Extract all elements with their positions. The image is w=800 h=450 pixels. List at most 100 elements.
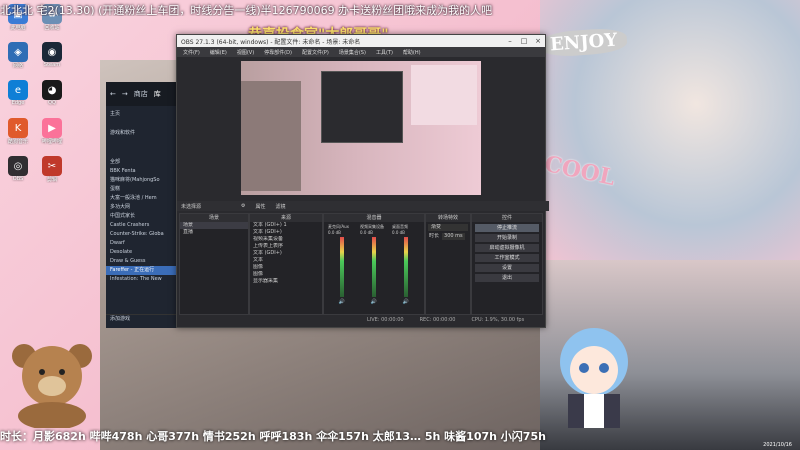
source-item[interactable]: 文本 (GDI+) bbox=[250, 229, 322, 236]
obs-titlebar[interactable]: OBS 27.1.3 (64-bit, windows) - 配置文件: 未命名… bbox=[177, 35, 545, 47]
desktop-icon-label: QQ bbox=[48, 100, 56, 106]
preview-streamer-cam bbox=[241, 81, 301, 191]
obs-menu-item[interactable]: 停靠部件(D) bbox=[264, 49, 292, 56]
gear-icon[interactable]: ⚙ bbox=[241, 203, 245, 209]
store-game-item[interactable]: 中国式家长 bbox=[106, 212, 186, 221]
app-icon: ▶ bbox=[42, 118, 62, 138]
obs-menu-item[interactable]: 场景集合(S) bbox=[339, 49, 366, 56]
obs-window: OBS 27.1.3 (64-bit, windows) - 配置文件: 未命名… bbox=[176, 34, 549, 328]
store-game-item[interactable]: Counter-Strike: Globa bbox=[106, 230, 186, 239]
obs-control-button[interactable]: 工作室模式 bbox=[475, 254, 539, 262]
obs-menu-item[interactable]: 工具(T) bbox=[376, 49, 393, 56]
store-all-filter[interactable]: 全部 bbox=[106, 158, 186, 167]
system-clock-date: 2021/10/16 bbox=[763, 442, 792, 448]
forward-arrow-icon[interactable]: → bbox=[122, 90, 128, 98]
mixer-channel: 桌面音频 0.0 dB 🔊 bbox=[392, 224, 420, 305]
source-item[interactable]: 图像 bbox=[250, 271, 322, 278]
obs-control-button[interactable]: 退出 bbox=[475, 274, 539, 282]
cpu-status: CPU: 1.9%, 30.00 fps bbox=[471, 317, 525, 323]
desktop-icon-label: 哔哩哔哩 bbox=[41, 139, 62, 145]
store-game-item[interactable]: Infestation: The New bbox=[106, 275, 186, 284]
store-game-item[interactable]: Castle Crashers bbox=[106, 221, 186, 230]
store-game-item[interactable]: 多功大网 bbox=[106, 203, 186, 212]
transitions-header: 转场特效 bbox=[426, 214, 470, 222]
scene-item[interactable]: 场景 bbox=[180, 222, 248, 229]
minimize-icon[interactable]: – bbox=[503, 37, 517, 45]
volume-meter[interactable] bbox=[372, 237, 376, 297]
tab-library[interactable]: 库 bbox=[154, 89, 161, 99]
rec-status: REC: 00:00:00 bbox=[419, 317, 456, 323]
scene-item[interactable]: 直播 bbox=[180, 229, 248, 236]
store-home[interactable]: 主页 bbox=[106, 110, 186, 119]
source-item[interactable]: 图像 bbox=[250, 264, 322, 271]
source-item[interactable]: 文本 (GDI+) 1 bbox=[250, 222, 322, 229]
store-window: ← → 商店 库 主页 游戏和软件 全部 BBK Fenta 猫咪麻将(Mahjo… bbox=[106, 82, 186, 328]
source-item[interactable]: 视频采集设备 bbox=[250, 236, 322, 243]
filters-button[interactable]: 滤镜 bbox=[276, 203, 286, 210]
transition-type-select[interactable]: 渐变 bbox=[428, 224, 468, 231]
store-section[interactable]: 游戏和软件 bbox=[106, 129, 186, 138]
obs-menu-item[interactable]: 编辑(E) bbox=[210, 49, 227, 56]
source-item[interactable]: 上传表上表序 bbox=[250, 243, 322, 250]
volume-meter[interactable] bbox=[404, 237, 408, 297]
obs-control-button[interactable]: 启动虚拟摄像机 bbox=[475, 244, 539, 252]
desktop-icon[interactable]: K 酷狗音乐 bbox=[4, 118, 32, 145]
store-game-item[interactable]: BBK Fenta bbox=[106, 167, 186, 176]
app-icon: ◎ bbox=[8, 156, 28, 176]
store-game-item[interactable]: Fareffer - 正在运行 bbox=[106, 266, 186, 275]
close-icon[interactable]: × bbox=[531, 37, 545, 45]
controls-header: 控件 bbox=[472, 214, 542, 222]
speaker-icon[interactable]: 🔊 bbox=[360, 299, 388, 305]
desktop-icon[interactable]: ✂ 剪辑 bbox=[38, 156, 66, 183]
mixer-channel: 麦克风/Aux 0.0 dB 🔊 bbox=[328, 224, 356, 305]
app-icon: e bbox=[8, 80, 28, 100]
source-item[interactable]: 文本 (GDI+) bbox=[250, 250, 322, 257]
add-game-button[interactable]: 添加游戏 bbox=[106, 314, 186, 324]
obs-preview[interactable] bbox=[241, 61, 481, 195]
store-game-item[interactable]: 猫咪麻将(MahjongSo bbox=[106, 176, 186, 185]
store-game-item[interactable]: 大富一般泳池 / Hem bbox=[106, 194, 186, 203]
speaker-icon[interactable]: 🔊 bbox=[392, 299, 420, 305]
store-game-item[interactable]: 蛋糕 bbox=[106, 185, 186, 194]
store-game-item[interactable]: Draw & Guess bbox=[106, 257, 186, 266]
obs-menu-item[interactable]: 配置文件(P) bbox=[302, 49, 329, 56]
desktop-icon[interactable]: ◈ 网络 bbox=[4, 42, 32, 69]
desktop-icon[interactable]: ◎ OBS bbox=[4, 156, 32, 182]
desktop-icon[interactable]: ◕ QQ bbox=[38, 80, 66, 106]
desktop-icon-label: 酷狗音乐 bbox=[7, 139, 28, 145]
source-item[interactable]: 文本 bbox=[250, 257, 322, 264]
preview-nested-obs bbox=[321, 71, 403, 143]
duration-input[interactable]: 300 ms bbox=[442, 233, 465, 240]
store-game-item[interactable]: Dwarf bbox=[106, 239, 186, 248]
obs-control-button[interactable]: 开始录制 bbox=[475, 234, 539, 242]
duration-label: 时长 bbox=[429, 233, 440, 239]
obs-title: OBS 27.1.3 (64-bit, windows) - 配置文件: 未命名… bbox=[181, 38, 361, 46]
stream-marquee: 北北北 宅2(13.30) (开通粉丝上车团，时线分告一线)半126790069… bbox=[0, 4, 493, 16]
obs-menu-item[interactable]: 视图(V) bbox=[237, 49, 254, 56]
desktop-icon[interactable]: ◉ Steam bbox=[38, 42, 66, 68]
obs-menu-item[interactable]: 文件(F) bbox=[183, 49, 200, 56]
desktop-icon-label: 剪辑 bbox=[46, 177, 57, 183]
desktop-icon-label: 网络 bbox=[12, 63, 23, 69]
obs-control-button[interactable]: 设置 bbox=[475, 264, 539, 272]
back-arrow-icon[interactable]: ← bbox=[110, 90, 116, 98]
mixer-channel-db: 0.0 dB bbox=[360, 230, 373, 235]
desktop-icon[interactable]: e Edge bbox=[4, 80, 32, 106]
app-icon: K bbox=[8, 118, 28, 138]
desktop-icon-label: 回收站 bbox=[44, 25, 60, 31]
volume-meter[interactable] bbox=[340, 237, 344, 297]
speaker-icon[interactable]: 🔊 bbox=[328, 299, 356, 305]
mixer-header: 混音器 bbox=[324, 214, 424, 222]
desktop-icon[interactable]: ▶ 哔哩哔哩 bbox=[38, 118, 66, 145]
desktop-icon-label: Steam bbox=[43, 62, 61, 68]
source-item[interactable]: 显示器采集 bbox=[250, 278, 322, 285]
obs-menu-item[interactable]: 帮助(H) bbox=[403, 49, 421, 56]
no-source-label: 未选择源 bbox=[181, 203, 202, 210]
sources-header: 来源 bbox=[250, 214, 322, 222]
obs-control-button[interactable]: 停止推流 bbox=[475, 224, 539, 232]
store-game-item[interactable]: Desolate bbox=[106, 248, 186, 257]
tab-store[interactable]: 商店 bbox=[134, 89, 148, 99]
bottom-stats: 时长：月影682h 哔哔478h 心哥377h 情书252h 呼呼183h 伞伞… bbox=[0, 430, 546, 443]
properties-button[interactable]: 属性 bbox=[256, 203, 266, 210]
maximize-icon[interactable]: □ bbox=[517, 37, 531, 45]
